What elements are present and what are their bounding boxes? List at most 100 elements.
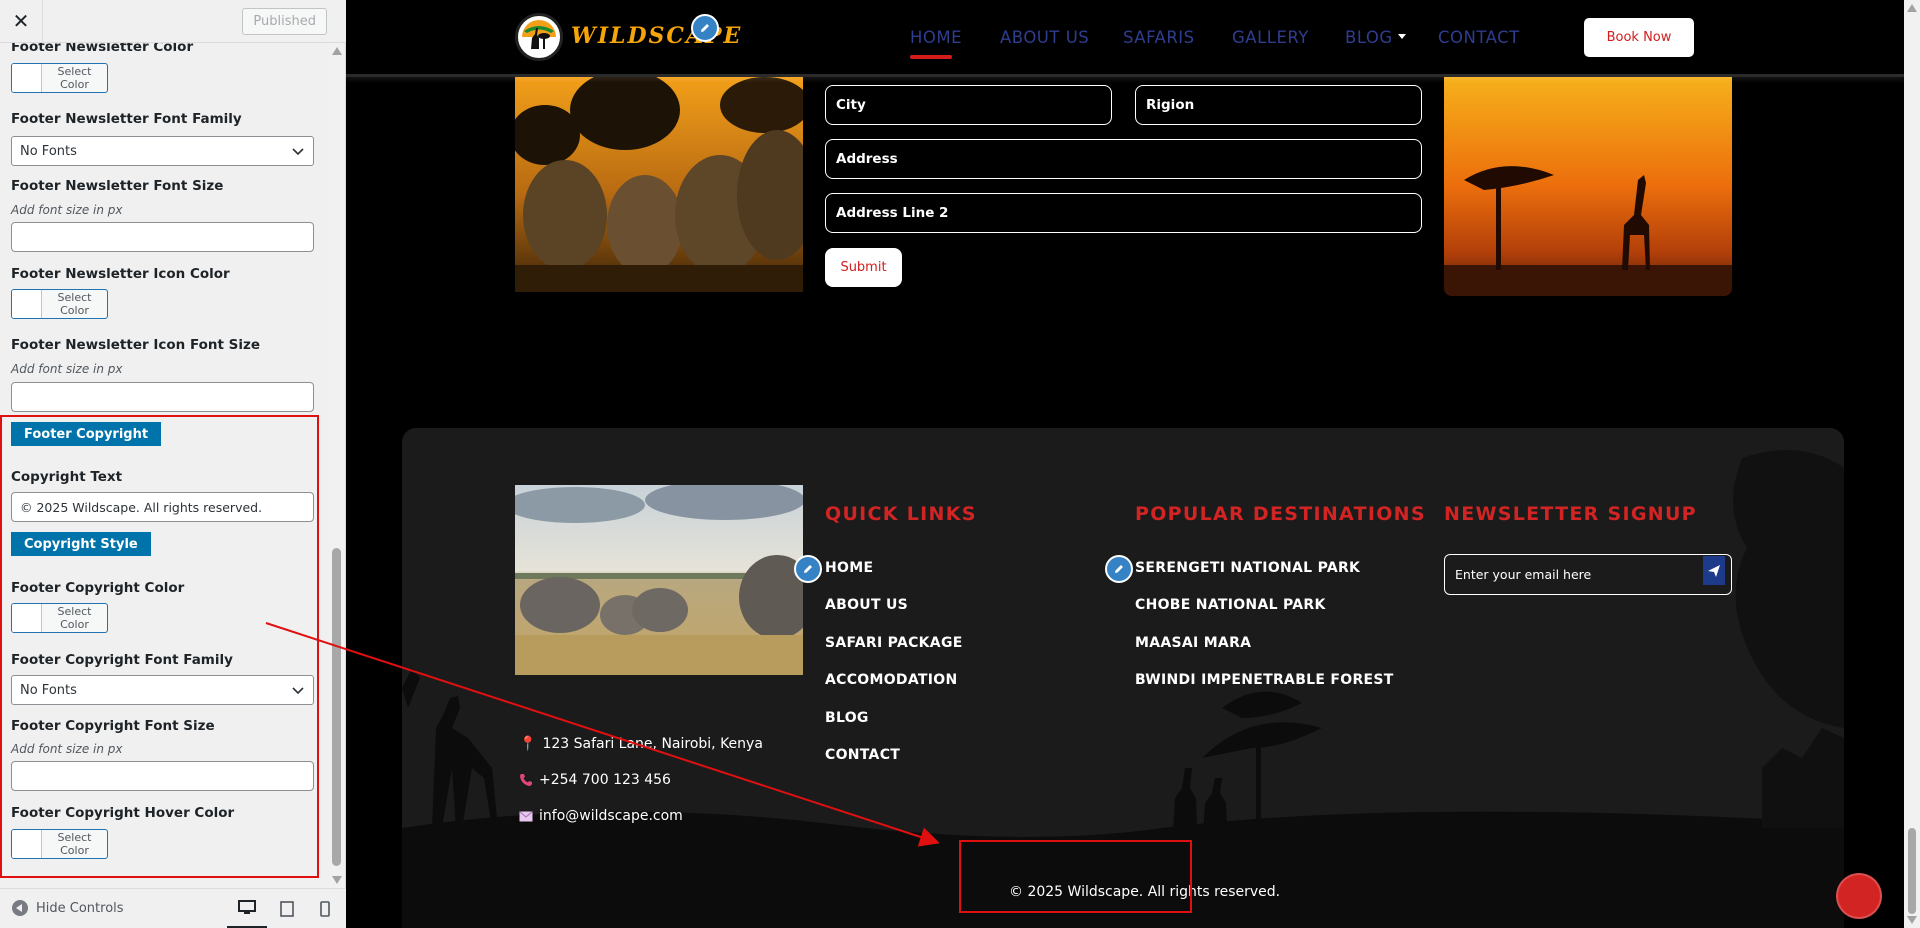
scroll-down-arrow-icon[interactable] — [1907, 916, 1917, 924]
site-header: WILDSCAPE HOME ABOUT US SAFARIS GALLERY … — [346, 0, 1904, 77]
copyright-color-picker[interactable]: Select Color — [11, 603, 108, 633]
newsletter-email-input[interactable]: Enter your email here — [1444, 554, 1732, 595]
newsletter-icon-color-picker[interactable]: Select Color — [11, 289, 108, 319]
nav-safaris[interactable]: SAFARIS — [1123, 28, 1195, 47]
newsletter-icon-font-size-title: Footer Newsletter Icon Font Size — [11, 337, 261, 353]
footer-copyright-text: © 2025 Wildscape. All rights reserved. — [1009, 884, 1281, 900]
address-line2-input[interactable]: Address Line 2 — [825, 193, 1422, 233]
footer-copyright-section-label: Footer Copyright — [11, 422, 162, 446]
footer-link-about-us[interactable]: ABOUT US — [825, 597, 908, 613]
newsletter-font-family-title: Footer Newsletter Font Family — [11, 111, 242, 127]
select-color-label: Select Color — [57, 65, 92, 91]
newsletter-color-title: Footer Newsletter Color — [11, 43, 194, 55]
chevron-down-icon — [292, 148, 304, 156]
copyright-font-size-input[interactable] — [11, 761, 314, 791]
color-swatch — [12, 64, 42, 92]
color-swatch — [12, 604, 42, 632]
copyright-text-input[interactable]: © 2025 Wildscape. All rights reserved. — [11, 492, 314, 522]
footer-link-blog[interactable]: BLOG — [825, 710, 869, 726]
newsletter-font-size-input[interactable] — [11, 222, 314, 252]
destination-bwindi[interactable]: BWINDI IMPENETRABLE FOREST — [1135, 672, 1394, 688]
close-icon: ✕ — [12, 11, 30, 33]
nav-contact[interactable]: CONTACT — [1438, 28, 1520, 47]
phone-text: +254 700 123 456 — [539, 772, 671, 788]
site-preview[interactable]: City Rigion Address Address Line 2 Submi… — [346, 0, 1920, 928]
color-swatch — [12, 830, 42, 858]
footer-link-home[interactable]: HOME — [825, 560, 873, 576]
copyright-text-title: Copyright Text — [11, 469, 123, 485]
logo-emblem-icon — [522, 20, 556, 54]
destination-serengeti[interactable]: SERENGETI NATIONAL PARK — [1135, 560, 1360, 576]
destination-chobe[interactable]: CHOBE NATIONAL PARK — [1135, 597, 1326, 613]
destination-maasai-mara[interactable]: MAASAI MARA — [1135, 635, 1251, 651]
copyright-style-section-label: Copyright Style — [11, 532, 151, 556]
published-button[interactable]: Published — [242, 8, 327, 35]
book-now-button[interactable]: Book Now — [1584, 18, 1694, 57]
tablet-preview-button[interactable] — [267, 889, 307, 928]
submit-button[interactable]: Submit — [825, 248, 902, 287]
nav-gallery[interactable]: GALLERY — [1232, 28, 1309, 47]
phone-icon — [520, 774, 532, 786]
scroll-up-arrow-icon[interactable] — [1907, 4, 1917, 12]
select-color-label: Select Color — [57, 291, 92, 317]
mobile-preview-button[interactable] — [305, 889, 345, 928]
select-color-label: Select Color — [57, 605, 92, 631]
mobile-icon — [320, 901, 330, 917]
region-input[interactable]: Rigion — [1135, 85, 1422, 125]
copyright-font-family-select[interactable]: No Fonts — [11, 675, 314, 705]
scrollbar-thumb[interactable] — [332, 548, 341, 866]
edit-shortcut-button[interactable] — [1105, 555, 1133, 583]
color-swatch — [12, 290, 42, 318]
edit-shortcut-button[interactable] — [691, 14, 719, 42]
pencil-icon — [1115, 565, 1123, 573]
copyright-hover-color-picker[interactable]: Select Color — [11, 829, 108, 859]
newsletter-icon-color-title: Footer Newsletter Icon Color — [11, 266, 230, 282]
preview-scrollbar[interactable] — [1904, 0, 1920, 928]
send-icon — [1708, 564, 1720, 577]
scroll-down-arrow-icon[interactable] — [332, 876, 342, 884]
nav-about-us[interactable]: ABOUT US — [1000, 28, 1089, 47]
customizer-footer: Hide Controls — [0, 888, 346, 928]
copyright-font-family-title: Footer Copyright Font Family — [11, 652, 233, 668]
customizer-controls-panel[interactable]: Footer Newsletter Color Select Color Foo… — [0, 43, 346, 888]
footer-link-accomodation[interactable]: ACCOMODATION — [825, 672, 957, 688]
scroll-up-arrow-icon[interactable] — [332, 47, 342, 55]
floating-action-button[interactable] — [1836, 873, 1882, 919]
newsletter-color-picker[interactable]: Select Color — [11, 63, 108, 93]
tablet-icon — [280, 901, 294, 917]
newsletter-icon-font-size-input[interactable] — [11, 382, 314, 412]
newsletter-font-family-select[interactable]: No Fonts — [11, 136, 314, 166]
nav-blog[interactable]: BLOG — [1345, 28, 1393, 47]
customizer-scrollbar[interactable] — [329, 43, 344, 888]
desktop-icon — [238, 899, 256, 914]
customizer-header: ✕ Published — [0, 0, 346, 43]
newsletter-submit-button[interactable] — [1703, 556, 1725, 585]
collapse-icon — [12, 900, 28, 916]
edit-shortcut-button[interactable] — [794, 555, 822, 583]
footer-link-contact[interactable]: CONTACT — [825, 747, 900, 763]
footer-phone: +254 700 123 456 — [519, 772, 671, 788]
scrollbar-thumb[interactable] — [1908, 828, 1916, 914]
newsletter-icon-font-size-hint: Add font size in px — [11, 362, 123, 376]
copyright-font-size-hint: Add font size in px — [11, 742, 123, 756]
address-input[interactable]: Address — [825, 139, 1422, 179]
active-nav-indicator — [910, 55, 952, 59]
nav-home[interactable]: HOME — [910, 28, 962, 47]
newsletter-font-size-hint: Add font size in px — [11, 203, 123, 217]
elephants-sunset-photo — [515, 75, 803, 292]
footer-elephants-photo — [515, 485, 803, 675]
city-input[interactable]: City — [825, 85, 1112, 125]
select-value: No Fonts — [20, 143, 77, 159]
pencil-icon — [701, 24, 709, 32]
customizer-sidebar: ✕ Published Footer Newsletter Color Sele… — [0, 0, 346, 928]
footer-address: 📍 123 Safari Lane, Nairobi, Kenya — [519, 736, 763, 752]
footer-link-safari-package[interactable]: SAFARI PACKAGE — [825, 635, 963, 651]
envelope-icon — [519, 810, 533, 821]
email-text: info@wildscape.com — [539, 808, 683, 824]
copyright-font-size-title: Footer Copyright Font Size — [11, 718, 215, 734]
hide-controls-button[interactable]: Hide Controls — [12, 900, 124, 916]
desktop-preview-button[interactable] — [227, 889, 267, 928]
close-customizer-button[interactable]: ✕ — [0, 0, 43, 43]
blog-dropdown-caret-icon[interactable] — [1398, 34, 1406, 40]
site-logo[interactable] — [515, 13, 563, 61]
